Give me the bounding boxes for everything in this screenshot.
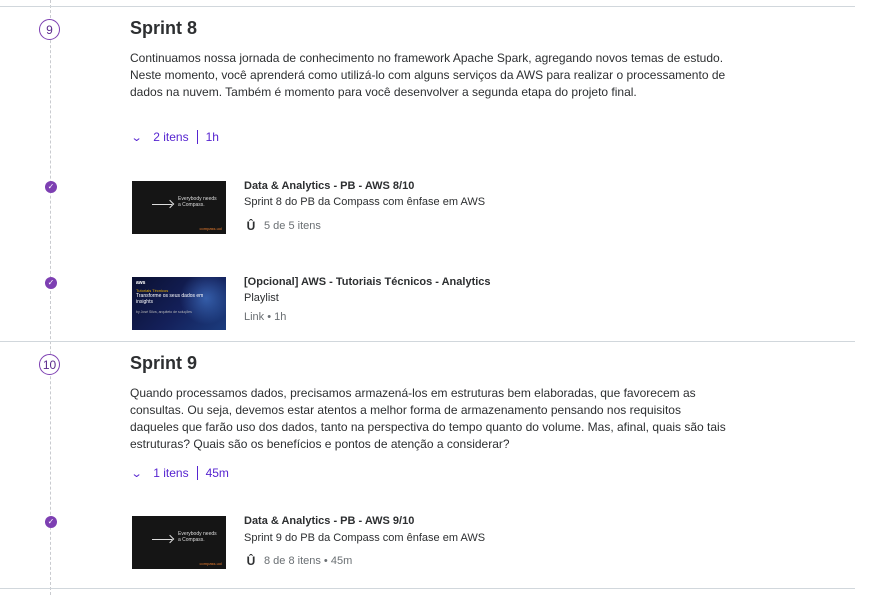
- item-title-link[interactable]: [Opcional] AWS - Tutoriais Técnicos - An…: [244, 276, 491, 288]
- item-duration: Link • 1h: [244, 311, 287, 323]
- item-meta: Link • 1h: [244, 311, 286, 323]
- section-item-count: 2 itens: [153, 130, 189, 144]
- chevron-down-icon: ⌄: [130, 467, 143, 480]
- section-description: Continuamos nossa jornada de conheciment…: [130, 51, 726, 99]
- thumbnail-caption: Everybody needs a Compass.: [178, 196, 217, 208]
- item-progress: 8 de 8 itens • 45m: [264, 555, 353, 567]
- timeline-line: [50, 0, 51, 595]
- arrow-icon: [152, 204, 172, 205]
- check-circle-icon: ✓: [45, 181, 57, 193]
- section-description: Quando processamos dados, precisamos arm…: [130, 386, 726, 451]
- section-expand-toggle[interactable]: ⌄ 1 itens 45m: [130, 466, 229, 480]
- check-circle-icon: ✓: [45, 277, 57, 289]
- udemy-u-icon: Û: [246, 554, 256, 568]
- thumbnail-logo: compass.uol: [199, 226, 222, 231]
- course-thumbnail[interactable]: Everybody needs a Compass. compass.uol: [132, 181, 226, 234]
- check-circle-icon: ✓: [45, 516, 57, 528]
- section-duration: 45m: [205, 466, 229, 480]
- section-divider: [0, 588, 855, 589]
- course-thumbnail[interactable]: Everybody needs a Compass. compass.uol: [132, 516, 226, 569]
- section-item-count: 1 itens: [153, 466, 189, 480]
- playlist-thumbnail[interactable]: aws Tutoriais Técnicos Transforme os seu…: [132, 277, 226, 330]
- aws-logo: aws: [136, 280, 146, 286]
- item-progress: 5 de 5 itens: [264, 220, 321, 232]
- arrow-icon: [152, 539, 172, 540]
- item-subtitle: Sprint 8 do PB da Compass com ênfase em …: [244, 196, 486, 208]
- udemy-u-icon: Û: [246, 219, 256, 233]
- section-duration: 1h: [205, 130, 219, 144]
- step-number-badge: 10: [39, 354, 60, 375]
- item-meta: Û 8 de 8 itens • 45m: [244, 554, 353, 568]
- meta-separator: [196, 130, 198, 144]
- item-title-link[interactable]: Data & Analytics - PB - AWS 9/10: [244, 515, 414, 527]
- thumbnail-headline: Transforme os seus dados em insights: [136, 293, 204, 305]
- thumbnail-logo: compass.uol: [199, 561, 222, 566]
- item-subtitle: Playlist: [244, 292, 279, 304]
- item-title-link[interactable]: Data & Analytics - PB - AWS 8/10: [244, 180, 414, 192]
- thumbnail-author: by José Silva, arquiteto de soluções: [136, 310, 192, 314]
- section-title: Sprint 9: [130, 353, 198, 373]
- item-meta: Û 5 de 5 itens: [244, 219, 321, 233]
- section-title: Sprint 8: [130, 18, 198, 38]
- section-expand-toggle[interactable]: ⌄ 2 itens 1h: [130, 130, 219, 144]
- step-number-badge: 9: [39, 19, 60, 40]
- thumbnail-caption: Everybody needs a Compass.: [178, 531, 217, 543]
- item-subtitle: Sprint 9 do PB da Compass com ênfase em …: [244, 532, 486, 544]
- meta-separator: [196, 466, 198, 480]
- section-divider: [0, 341, 855, 342]
- section-divider: [0, 6, 855, 7]
- chevron-down-icon: ⌄: [130, 131, 143, 144]
